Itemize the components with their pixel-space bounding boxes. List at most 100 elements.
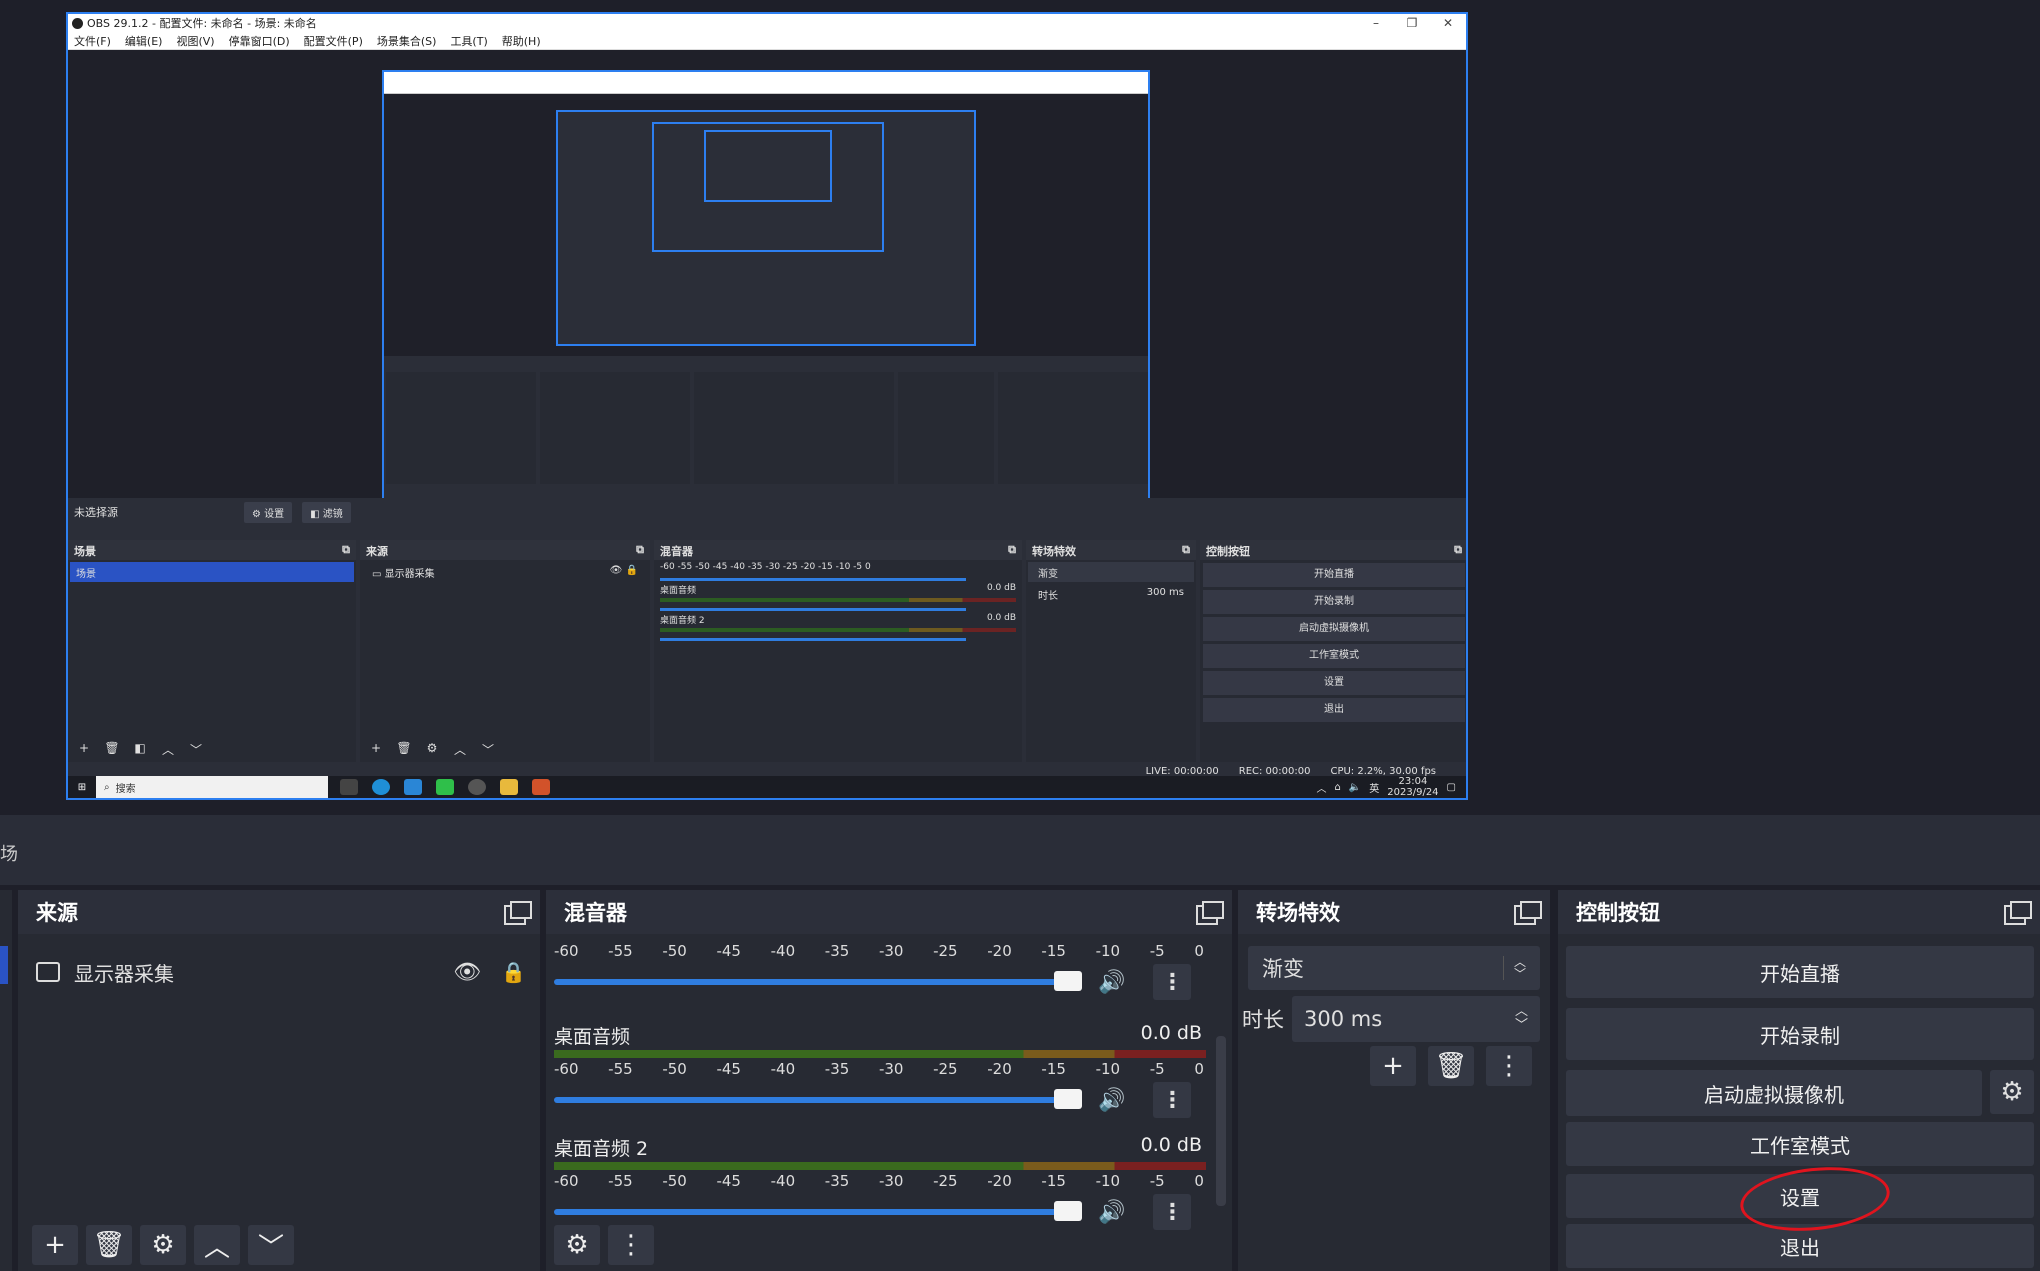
volume-slider[interactable] — [660, 608, 967, 611]
selected-scene-item[interactable] — [0, 946, 8, 984]
virtual-camera-button[interactable]: 启动虚拟摄像机 — [1566, 1070, 1982, 1116]
start-record-button[interactable]: 开始录制 — [1566, 1008, 2034, 1060]
source-properties-button[interactable]: ⚙ — [140, 1225, 186, 1265]
track-menu-button[interactable]: ⋮ — [1153, 1194, 1192, 1230]
virtual-camera-button[interactable]: 启动虚拟摄像机 — [1203, 617, 1465, 641]
add-icon[interactable]: + — [366, 741, 386, 758]
dock-float-icon[interactable]: ⧉ — [1008, 543, 1016, 557]
start-stream-button[interactable]: 开始直播 — [1566, 946, 2034, 998]
duration-spinbox[interactable]: 300 ms ︿ ﹀ — [1292, 996, 1540, 1042]
menu-scene-collection[interactable]: 场景集合(S) — [377, 33, 437, 49]
menu-profile[interactable]: 配置文件(P) — [304, 33, 363, 49]
down-icon[interactable]: ﹀ — [478, 741, 498, 758]
menu-docks[interactable]: 停靠窗口(D) — [229, 33, 290, 49]
notification-icon[interactable]: ▢ — [1447, 782, 1456, 793]
folder-icon[interactable] — [500, 779, 518, 795]
visibility-eye-icon[interactable]: 👁 — [453, 960, 481, 985]
source-item[interactable]: ▭ 显示器采集 👁 🔒 — [362, 562, 648, 582]
volume-slider[interactable] — [660, 578, 967, 581]
edge-icon[interactable] — [372, 779, 390, 795]
audio-meter — [554, 1050, 1206, 1058]
network-icon[interactable]: ⌂ — [1334, 782, 1340, 793]
sources-title: 来源 — [366, 545, 388, 558]
menu-file[interactable]: 文件(F) — [74, 33, 111, 49]
speaker-icon[interactable]: 🔊 — [1098, 1200, 1125, 1225]
mixer-scrollbar[interactable] — [1216, 1036, 1226, 1206]
dock-float-icon[interactable] — [1514, 901, 1542, 925]
virtual-camera-gear-icon[interactable]: ⚙ — [1990, 1070, 2034, 1114]
menu-help[interactable]: 帮助(H) — [502, 33, 541, 49]
dock-float-icon[interactable]: ⧉ — [1182, 543, 1190, 557]
source-item[interactable]: 显示器采集 👁 🔒 — [36, 952, 526, 992]
menu-view[interactable]: 视图(V) — [176, 33, 214, 49]
dock-float-icon[interactable]: ⧉ — [342, 543, 350, 557]
dock-float-icon[interactable]: ⧉ — [636, 543, 644, 557]
add-transition-button[interactable]: + — [1370, 1046, 1416, 1086]
add-source-button[interactable]: + — [32, 1225, 78, 1265]
start-stream-button[interactable]: 开始直播 — [1203, 563, 1465, 587]
menu-edit[interactable]: 编辑(E) — [125, 33, 163, 49]
remove-source-button[interactable]: 🗑 — [86, 1225, 132, 1265]
pycharm-icon[interactable] — [436, 779, 454, 795]
app-blue-icon[interactable] — [404, 779, 422, 795]
windows-start-icon[interactable]: ⊞ — [68, 782, 96, 793]
start-record-button[interactable]: 开始录制 — [1203, 590, 1465, 614]
volume-slider[interactable] — [554, 1089, 1082, 1109]
tray-arrow-icon[interactable]: ︿ — [1316, 780, 1326, 795]
close-icon[interactable]: ✕ — [1430, 16, 1466, 30]
settings-button[interactable]: 设置 — [1203, 671, 1465, 695]
studio-mode-button[interactable]: 工作室模式 — [1203, 644, 1465, 668]
menu-tools[interactable]: 工具(T) — [450, 33, 487, 49]
track-menu-button[interactable]: ⋮ — [1153, 964, 1192, 1000]
filter-icon[interactable]: ◧ — [130, 741, 150, 758]
exit-button[interactable]: 退出 — [1203, 698, 1465, 722]
gear-icon[interactable]: ⚙ — [422, 741, 442, 758]
dock-float-icon[interactable] — [2004, 901, 2032, 925]
down-icon[interactable]: ﹀ — [186, 741, 206, 758]
volume-knob[interactable] — [1054, 1089, 1082, 1109]
maximize-icon[interactable]: ❐ — [1394, 16, 1430, 30]
up-icon[interactable]: ︿ — [158, 741, 178, 758]
obs-icon[interactable] — [468, 779, 486, 795]
add-icon[interactable]: + — [74, 741, 94, 758]
transition-menu-button[interactable]: ⋮ — [1486, 1046, 1532, 1086]
remove-transition-button[interactable]: 🗑 — [1428, 1046, 1474, 1086]
spinner-icon[interactable]: ︿ ﹀ — [1515, 1005, 1528, 1033]
trash-icon[interactable]: 🗑 — [394, 741, 414, 758]
mixer-menu-button[interactable]: ⋮ — [608, 1225, 654, 1265]
clock[interactable]: 23:04 2023/9/24 — [1387, 776, 1438, 798]
transition-select[interactable]: 渐变 ︿ ﹀ — [1248, 946, 1540, 990]
volume-slider[interactable] — [660, 638, 967, 641]
powerpoint-icon[interactable] — [532, 779, 550, 795]
dock-float-icon[interactable] — [504, 901, 532, 925]
preview-canvas[interactable] — [68, 50, 1466, 502]
live-status: LIVE: 00:00:00 — [1145, 765, 1219, 777]
taskbar-search[interactable]: ⌕ 搜索 — [96, 776, 328, 798]
dock-float-icon[interactable]: ⧉ — [1454, 543, 1462, 557]
volume-knob[interactable] — [1054, 1201, 1082, 1221]
source-filters-button[interactable]: ◧ 滤镜 — [302, 501, 351, 523]
scene-item[interactable]: 场景 — [70, 562, 354, 582]
ime-indicator[interactable]: 英 — [1369, 780, 1379, 795]
dock-float-icon[interactable] — [1196, 901, 1224, 925]
trash-icon[interactable]: 🗑 — [102, 741, 122, 758]
volume-knob[interactable] — [1054, 971, 1082, 991]
minimize-icon[interactable]: – — [1358, 16, 1394, 30]
source-settings-button[interactable]: ⚙ 设置 — [244, 501, 293, 523]
lock-icon[interactable]: 🔒 — [501, 960, 526, 984]
task-view-icon[interactable] — [340, 779, 358, 795]
move-down-button[interactable]: ﹀ — [248, 1225, 294, 1265]
transition-select[interactable]: 渐变 — [1028, 562, 1194, 582]
search-icon: ⌕ — [104, 781, 110, 793]
volume-slider[interactable] — [554, 971, 1082, 991]
speaker-icon[interactable]: 🔊 — [1098, 1088, 1125, 1113]
up-icon[interactable]: ︿ — [450, 741, 470, 758]
studio-mode-button[interactable]: 工作室模式 — [1566, 1122, 2034, 1166]
move-up-button[interactable]: ︿ — [194, 1225, 240, 1265]
speaker-icon[interactable]: 🔈 — [1349, 782, 1361, 793]
track-menu-button[interactable]: ⋮ — [1153, 1082, 1192, 1118]
speaker-icon[interactable]: 🔊 — [1098, 970, 1125, 995]
advanced-audio-button[interactable]: ⚙ — [554, 1225, 600, 1265]
transition-duration[interactable]: 时长 300 ms — [1028, 584, 1194, 604]
volume-slider[interactable] — [554, 1201, 1082, 1221]
